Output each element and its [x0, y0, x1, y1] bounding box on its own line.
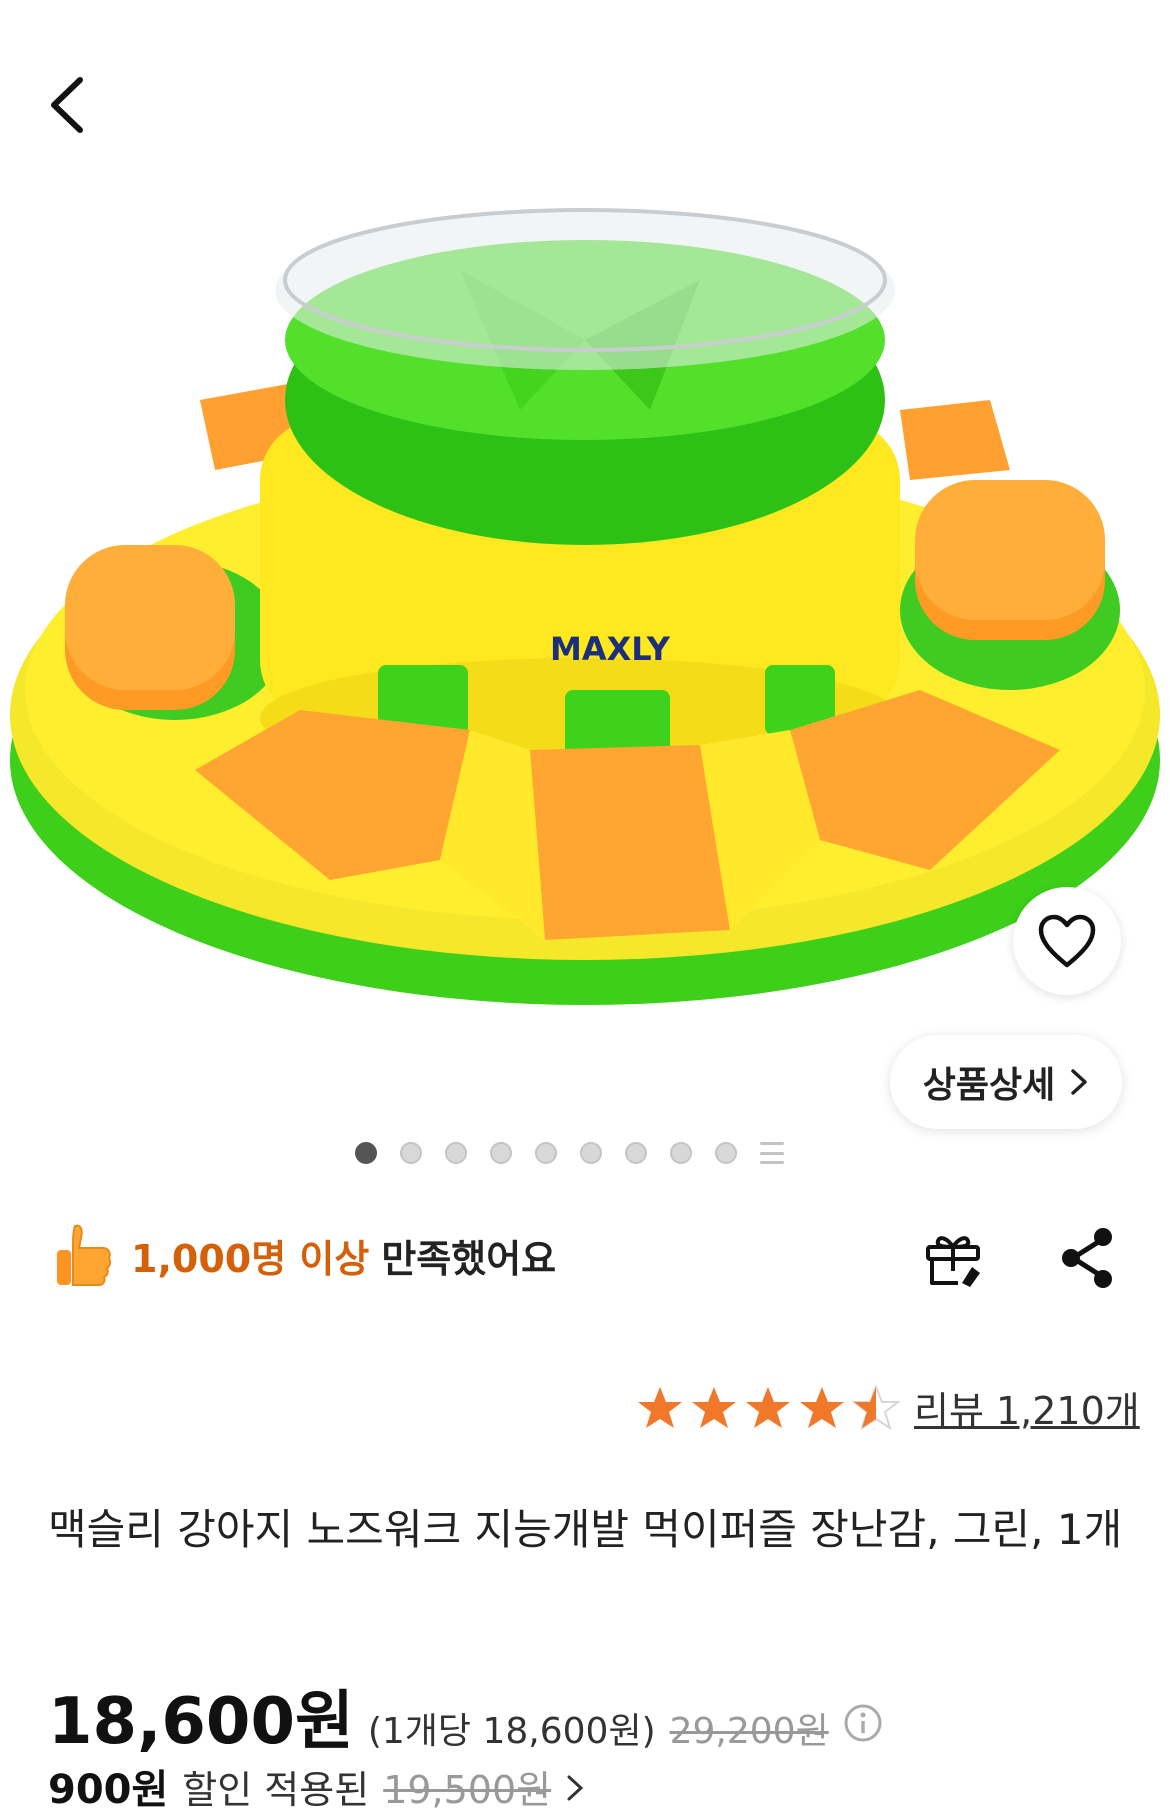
product-detail-button[interactable]: 상품상세: [890, 1035, 1122, 1129]
unit-price: (1개당 18,600원): [367, 1711, 656, 1752]
pagination-dot[interactable]: [445, 1142, 467, 1164]
share-icon: [1062, 1228, 1112, 1288]
product-detail-label: 상품상세: [922, 1065, 1056, 1106]
chevron-right-icon: [567, 1775, 584, 1801]
discount-base-price: 19,500원: [383, 1768, 552, 1812]
gift-icon: [926, 1236, 980, 1287]
heart-icon: [1038, 914, 1096, 968]
star-icon: [746, 1386, 790, 1428]
star-icon: [692, 1386, 736, 1428]
discount-label: 할인 적용된: [182, 1768, 370, 1812]
rating-summary[interactable]: 리뷰 1,210개: [636, 1380, 1140, 1435]
product-title: 맥슬리 강아지 노즈워크 지능개발 먹이퍼즐 장난감, 그린, 1개: [48, 1505, 1123, 1554]
satisfaction-count: 1,000명 이상: [131, 1236, 370, 1281]
satisfaction-text: 만족했어요: [381, 1236, 557, 1281]
star-half-icon: [852, 1384, 900, 1430]
pagination-dot[interactable]: [715, 1142, 737, 1164]
pagination-dot[interactable]: [580, 1142, 602, 1164]
original-price: 29,200원: [669, 1711, 829, 1752]
wishlist-button[interactable]: [1013, 887, 1121, 995]
satisfaction-banner: 1,000명 이상 만족했어요: [55, 1220, 556, 1290]
pagination-dot[interactable]: [400, 1142, 422, 1164]
svg-text:MAXLY: MAXLY: [550, 630, 671, 668]
product-image: MAXLY: [0, 170, 1170, 1030]
chevron-right-icon: [1071, 1069, 1087, 1095]
pagination-dot[interactable]: [625, 1142, 647, 1164]
current-price: 18,600원: [48, 1685, 354, 1759]
info-icon[interactable]: [843, 1703, 883, 1743]
discount-row[interactable]: 900원 할인 적용된 19,500원: [48, 1757, 585, 1815]
thumbs-up-icon: [57, 1224, 112, 1286]
star-icon: [638, 1386, 682, 1428]
price-row: 18,600원 (1개당 18,600원) 29,200원: [48, 1670, 883, 1762]
pagination-dot[interactable]: [490, 1142, 512, 1164]
chevron-left-icon: [51, 77, 83, 133]
star-icon: [800, 1386, 844, 1428]
pagination-dot[interactable]: [535, 1142, 557, 1164]
star-rating: [636, 1384, 900, 1431]
back-button[interactable]: [40, 70, 100, 140]
image-pagination: [355, 1142, 784, 1164]
share-button[interactable]: [1055, 1225, 1121, 1291]
review-count-link[interactable]: 리뷰 1,210개: [914, 1380, 1140, 1435]
gift-button[interactable]: [920, 1225, 986, 1291]
discount-amount: 900원: [48, 1767, 169, 1813]
more-slides-icon[interactable]: [760, 1142, 784, 1164]
pagination-dot[interactable]: [670, 1142, 692, 1164]
pagination-dot[interactable]: [355, 1142, 377, 1164]
